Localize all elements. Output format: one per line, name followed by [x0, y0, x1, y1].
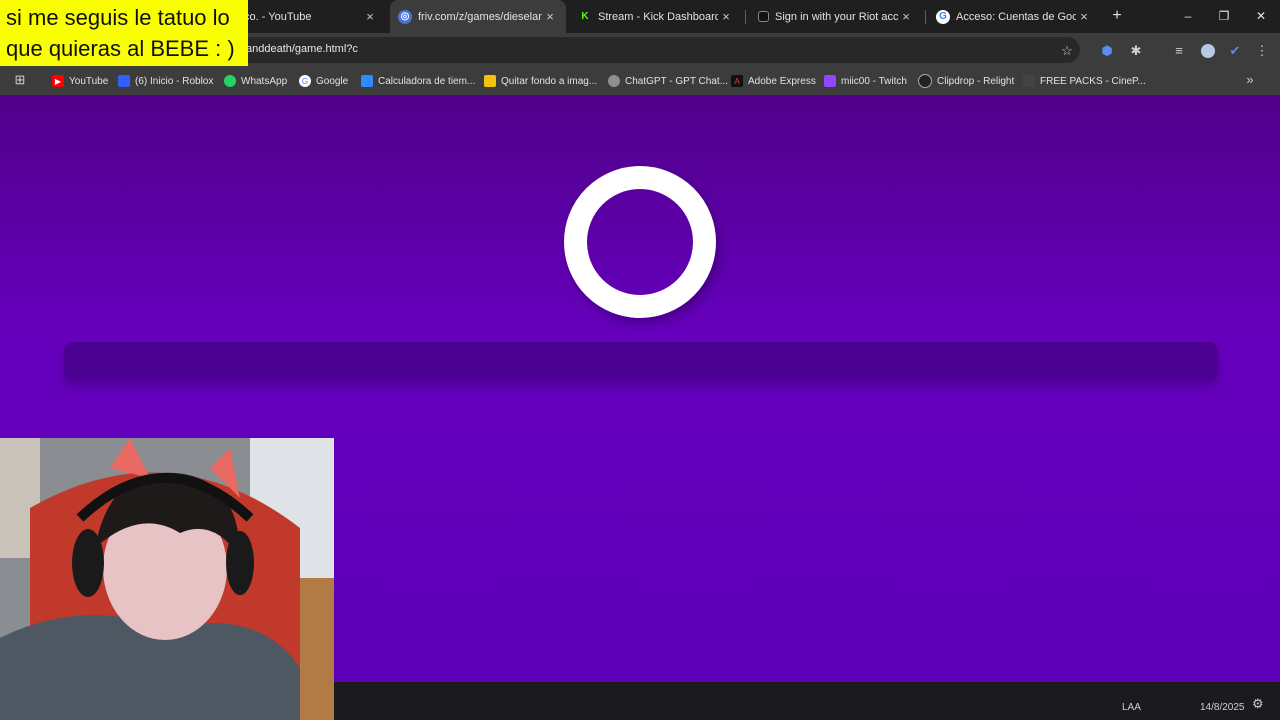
kick-icon: K	[581, 11, 589, 22]
taskbar-language[interactable]: LAA	[1122, 702, 1141, 713]
tab-title: co. - YouTube	[244, 10, 312, 23]
bookmark-whatsapp[interactable]: WhatsApp	[224, 73, 287, 89]
new-tab-button[interactable]: +	[1108, 6, 1126, 26]
bookmarks-overflow-icon[interactable]: »	[1241, 71, 1259, 89]
tab-title: friv.com/z/games/dieseland	[418, 10, 542, 23]
twitch-icon	[824, 75, 836, 87]
bookmark-quitar-fondo[interactable]: Quitar fondo a imag...	[484, 73, 597, 89]
webcam-person-image	[0, 438, 334, 720]
tab-riot-signin[interactable]: Sign in with your Riot accou ×	[750, 4, 922, 29]
overlay-line-1: si me seguis le tatuo lo	[6, 5, 230, 30]
minimize-button[interactable]: –	[1177, 7, 1199, 25]
tab-title: Sign in with your Riot accou	[775, 10, 898, 23]
media-controls-icon[interactable]: ≡	[1170, 42, 1188, 60]
taskbar-date[interactable]: 14/8/2025	[1200, 702, 1245, 713]
bookmark-chatgpt[interactable]: ChatGPT - GPT Chat...	[608, 73, 728, 89]
tab-friv-game[interactable]: ◎ friv.com/z/games/dieseland ×	[390, 0, 566, 33]
tab-separator	[925, 10, 926, 24]
google-icon: G	[299, 75, 311, 87]
whatsapp-icon	[224, 75, 236, 87]
apps-grid-icon[interactable]: ⊞	[11, 71, 29, 89]
roblox-icon	[118, 75, 130, 87]
bookmark-free-packs[interactable]: FREE PACKS - CineP...	[1023, 73, 1146, 89]
address-url[interactable]: anddeath/game.html?c	[246, 43, 358, 55]
image-icon	[484, 75, 496, 87]
clipdrop-icon	[918, 74, 932, 88]
close-icon[interactable]: ×	[898, 9, 914, 24]
verified-icon[interactable]: ✔	[1226, 42, 1244, 60]
tab-youtube[interactable]: co. - YouTube ×	[236, 4, 386, 29]
bookmark-calculadora[interactable]: Calculadora de tiem...	[361, 73, 475, 89]
puzzle-icon[interactable]: ✱	[1127, 42, 1145, 60]
bookmark-youtube[interactable]: ▶ YouTube	[52, 73, 108, 89]
youtube-icon: ▶	[52, 75, 64, 87]
stream-overlay-text: si me seguis le tatuo lo que quieras al …	[0, 0, 248, 66]
overlay-line-2: que quieras al BEBE : )	[6, 36, 235, 61]
maximize-button[interactable]: ❐	[1213, 7, 1235, 25]
bookmark-google[interactable]: G Google	[299, 73, 348, 89]
taskbar: LAA 14/8/2025 ⚙	[334, 682, 1280, 720]
bookmark-adobe-express[interactable]: A Adobe Express	[731, 73, 816, 89]
cinepacks-icon	[1023, 75, 1035, 87]
loading-ring	[564, 166, 716, 318]
tab-title: Acceso: Cuentas de Google	[956, 10, 1076, 23]
close-icon[interactable]: ×	[1076, 9, 1092, 24]
extension-shield-icon[interactable]: ⬢	[1098, 42, 1116, 60]
globe-icon: ◎	[398, 9, 412, 24]
calculator-icon	[361, 75, 373, 87]
google-icon: G	[936, 9, 950, 24]
loading-bar	[64, 342, 1218, 380]
menu-kebab-icon[interactable]: ⋮	[1253, 42, 1271, 60]
close-icon[interactable]: ×	[718, 9, 734, 24]
chatgpt-icon	[608, 75, 620, 87]
notification-icon[interactable]: ⚙	[1252, 696, 1264, 712]
tab-kick-dashboard[interactable]: K Stream - Kick Dashboard ×	[570, 4, 742, 29]
close-icon[interactable]: ×	[542, 9, 558, 24]
close-icon[interactable]: ×	[362, 9, 378, 24]
profile-avatar-icon[interactable]	[1199, 42, 1217, 60]
riot-icon	[758, 11, 769, 22]
tab-title: Stream - Kick Dashboard	[598, 10, 718, 23]
tab-google-accounts[interactable]: G Acceso: Cuentas de Google ×	[928, 4, 1100, 29]
webcam-feed	[0, 438, 334, 720]
close-window-button[interactable]: ✕	[1250, 7, 1272, 25]
bookmark-roblox[interactable]: (6) Inicio - Roblox	[118, 73, 213, 89]
bookmark-twitch[interactable]: miic00 - Twitch	[824, 73, 907, 89]
star-icon[interactable]: ☆	[1058, 42, 1076, 60]
adobe-icon: A	[731, 75, 743, 87]
bookmark-clipdrop[interactable]: Clipdrop - Relight	[918, 73, 1014, 89]
tab-separator	[745, 10, 746, 24]
